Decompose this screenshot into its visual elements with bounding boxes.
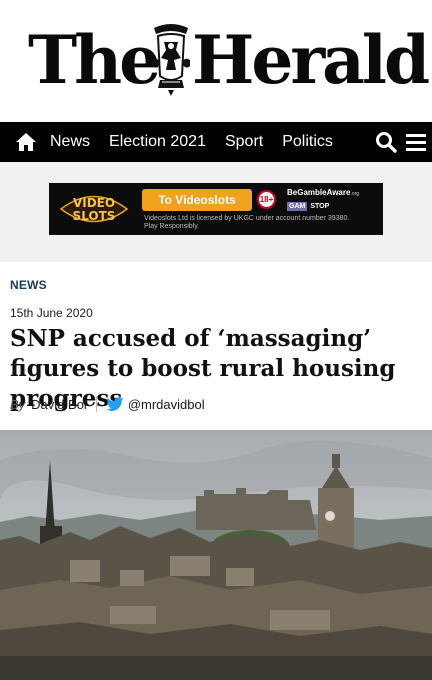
article-date: 15th June 2020 — [10, 306, 93, 320]
begambleaware-text: BeGambleAware.org — [287, 188, 359, 197]
svg-text:VIDEO: VIDEO — [73, 196, 115, 210]
main-nav: News Election 2021 Sport Politics — [0, 122, 432, 162]
twitter-bird-icon[interactable] — [106, 396, 124, 412]
logo-the[interactable]: The — [28, 20, 161, 100]
hamburger-menu-icon[interactable] — [404, 130, 428, 154]
to-videoslots-button[interactable]: To Videoslots — [142, 189, 252, 211]
nav-item-news[interactable]: News — [50, 133, 90, 151]
stop-label: STOP — [310, 203, 330, 210]
edinburgh-skyline-photo[interactable] — [0, 430, 432, 680]
nav-item-election-2021[interactable]: Election 2021 — [109, 133, 206, 151]
gam-label: GAM — [287, 202, 308, 211]
twitter-handle[interactable]: @mrdavidbol — [128, 397, 205, 412]
author-name[interactable]: David Bol — [31, 397, 87, 412]
masthead: The Herald — [0, 0, 432, 122]
section-label[interactable]: NEWS — [10, 278, 47, 292]
ad-small-print: Videoslots Ltd is licensed by UKGC under… — [144, 215, 350, 230]
logo-herald[interactable]: Herald — [192, 20, 430, 100]
home-icon[interactable] — [12, 130, 40, 154]
nav-actions — [368, 122, 428, 162]
nav-item-politics[interactable]: Politics — [282, 133, 333, 151]
gamstop-logo: GAM STOP — [287, 202, 329, 211]
age-badge: 18+ — [257, 190, 276, 209]
nav-item-sport[interactable]: Sport — [225, 133, 263, 151]
search-icon[interactable] — [374, 130, 398, 154]
bga-suffix: .org — [350, 191, 360, 197]
by-prefix: By — [10, 396, 26, 412]
svg-text:SLOTS: SLOTS — [73, 209, 116, 223]
ad-banner[interactable]: VIDEO SLOTS To Videoslots 18+ BeGambleAw… — [49, 183, 383, 235]
ad-area: VIDEO SLOTS To Videoslots 18+ BeGambleAw… — [0, 162, 432, 262]
herald-crest-icon — [152, 24, 190, 96]
byline: By David Bol @mrdavidbol — [10, 394, 205, 414]
bga-label: BeGambleAware — [287, 188, 351, 197]
byline-divider — [95, 396, 97, 412]
videoslots-logo: VIDEO SLOTS — [57, 188, 131, 230]
